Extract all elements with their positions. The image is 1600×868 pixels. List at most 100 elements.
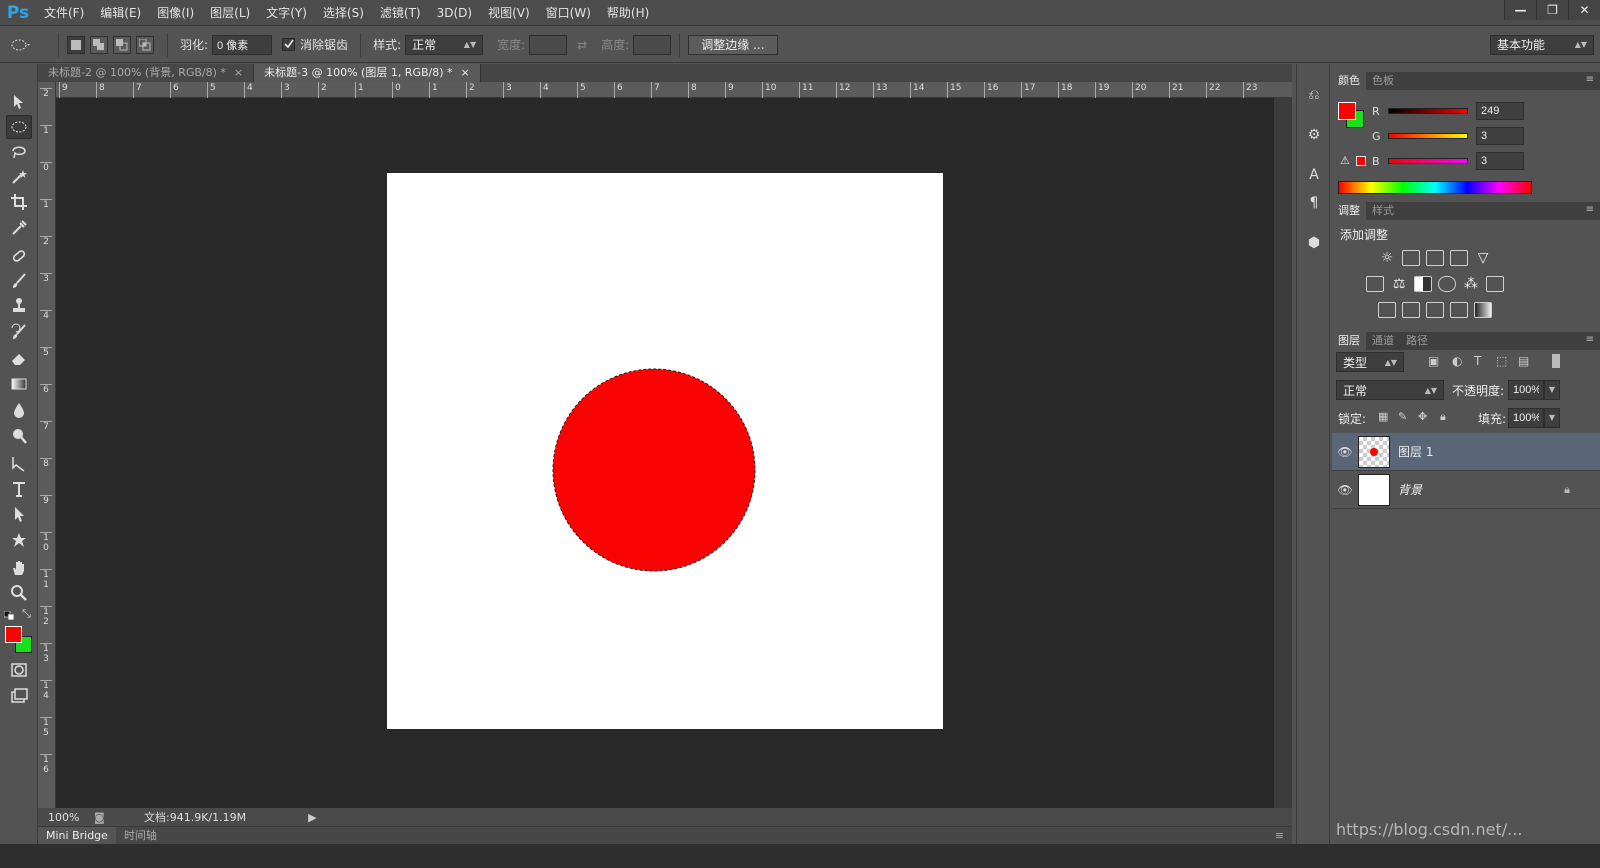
3d-panel-icon[interactable]: ⬢ [1303,232,1325,254]
shape-filter-icon[interactable]: ⬚ [1496,354,1507,368]
properties-panel-icon[interactable]: ⚙ [1303,124,1325,146]
history-panel-icon[interactable]: ⎌ [1303,84,1325,106]
type-filter-icon[interactable]: T [1474,354,1481,368]
zoom-tool-icon[interactable] [6,581,32,605]
width-input[interactable] [529,34,568,55]
minimize-button[interactable]: — [1504,0,1536,20]
foreground-color-swatch[interactable] [5,626,22,643]
menu-view[interactable]: 视图(V) [480,0,538,26]
menu-select[interactable]: 选择(S) [315,0,372,26]
document-canvas[interactable] [387,173,943,729]
workspace-select[interactable]: 基本功能 ▲▼ [1490,34,1594,55]
menu-3d[interactable]: 3D(D) [429,0,480,26]
brightness-contrast-icon[interactable]: ☼ [1378,250,1396,266]
close-button[interactable]: ✕ [1568,0,1600,20]
menu-image[interactable]: 图像(I) [149,0,202,26]
fill-dropdown-icon[interactable]: ▼ [1544,408,1560,428]
style-select[interactable]: 正常 ▲▼ [405,34,484,55]
swap-dimensions-icon[interactable]: ⇄ [577,38,587,52]
panel-menu-icon[interactable]: ≡ [1586,204,1594,215]
vertical-scrollbar[interactable] [1274,98,1292,808]
gamut-warning-icon[interactable]: ⚠ [1340,154,1350,167]
layer-name[interactable]: 图层 1 [1398,443,1433,460]
refine-edge-button[interactable]: 调整边缘 ... [688,34,778,55]
visibility-eye-icon[interactable]: 👁︎ [1332,483,1358,497]
exposure-icon[interactable] [1450,250,1468,266]
tab-channels[interactable]: 通道 [1366,332,1400,350]
pixel-filter-icon[interactable]: ▣ [1428,354,1439,368]
g-slider[interactable] [1388,133,1468,139]
restore-button[interactable]: ❐ [1536,0,1568,20]
history-brush-tool-icon[interactable] [6,320,32,344]
blur-tool-icon[interactable] [6,398,32,422]
menu-type[interactable]: 文字(Y) [258,0,315,26]
opacity-input[interactable] [1508,380,1544,400]
filter-toggle[interactable] [1552,354,1560,368]
menu-file[interactable]: 文件(F) [36,0,92,26]
layer-row-layer-1[interactable]: 👁︎ 图层 1 [1332,433,1600,471]
hue-saturation-icon[interactable] [1366,276,1384,292]
path-selection-tool-icon[interactable] [6,502,32,526]
panel-menu-icon[interactable]: ≡ [1586,334,1594,345]
layer-filter-select[interactable]: 类型 ▲▼ [1336,352,1404,372]
tab-swatches[interactable]: 色板 [1366,72,1400,90]
tab-timeline[interactable]: 时间轴 [116,827,165,845]
lock-all-icon[interactable]: 🔒︎ [1440,410,1446,424]
move-tool-icon[interactable] [6,90,32,114]
paragraph-panel-icon[interactable]: ¶ [1303,192,1325,214]
color-balance-icon[interactable]: ⚖ [1390,276,1408,292]
status-info-icon[interactable]: ◙ [94,811,114,824]
new-selection-icon[interactable] [67,35,85,54]
lock-transparent-icon[interactable]: ▦ [1378,410,1388,423]
blend-mode-select[interactable]: 正常 ▲▼ [1336,380,1444,400]
tab-close-icon[interactable]: × [234,66,243,79]
posterize-icon[interactable] [1402,302,1420,318]
color-lookup-icon[interactable] [1486,276,1504,292]
tab-adjustments[interactable]: 调整 [1332,202,1366,220]
invert-icon[interactable] [1378,302,1396,318]
eyedropper-tool-icon[interactable] [6,216,32,240]
tab-paths[interactable]: 路径 [1400,332,1434,350]
red-circle-selection[interactable] [552,368,756,572]
dodge-tool-icon[interactable] [6,424,32,448]
quick-mask-icon[interactable] [6,658,32,682]
fill-input[interactable] [1508,408,1544,428]
gradient-tool-icon[interactable] [6,372,32,396]
layer-row-background[interactable]: 👁︎ 背景 🔒︎ [1332,471,1600,509]
b-input[interactable] [1476,152,1524,170]
tab-styles[interactable]: 样式 [1366,202,1400,220]
channel-mixer-icon[interactable]: ⁂ [1462,276,1480,292]
height-input[interactable] [633,34,672,55]
elliptical-marquee-tool-icon[interactable] [6,115,32,139]
zoom-level[interactable]: 100% [38,811,88,824]
add-to-selection-icon[interactable] [90,35,108,54]
threshold-icon[interactable] [1426,302,1444,318]
custom-shape-tool-icon[interactable] [6,528,32,552]
menu-filter[interactable]: 滤镜(T) [372,0,429,26]
gradient-map-icon[interactable] [1474,302,1492,318]
tab-document-2[interactable]: 未标题-2 @ 100% (背景, RGB/8) * × [38,64,255,82]
swap-colors-icon[interactable]: ⤡ [22,607,31,621]
opacity-dropdown-icon[interactable]: ▼ [1544,380,1560,400]
antialias-checkbox[interactable] [282,37,296,52]
black-white-icon[interactable] [1414,276,1432,292]
tab-mini-bridge[interactable]: Mini Bridge [38,826,116,845]
visibility-eye-icon[interactable]: 👁︎ [1332,445,1358,459]
hand-tool-icon[interactable] [6,556,32,580]
pen-tool-icon[interactable] [6,452,32,476]
magic-wand-tool-icon[interactable] [6,165,32,189]
photo-filter-icon[interactable] [1438,276,1456,292]
tab-layers[interactable]: 图层 [1332,332,1366,350]
elliptical-marquee-preset-icon[interactable] [10,37,50,53]
canvas-area[interactable] [56,98,1274,808]
curves-icon[interactable] [1426,250,1444,266]
feather-input[interactable] [212,34,273,55]
menu-layer[interactable]: 图层(L) [202,0,258,26]
brush-tool-icon[interactable] [6,269,32,293]
healing-brush-tool-icon[interactable] [6,244,32,268]
status-menu-arrow-icon[interactable]: ▶ [308,811,316,824]
intersect-selection-icon[interactable] [136,35,154,54]
vibrance-icon[interactable]: ▽ [1474,250,1492,266]
subtract-from-selection-icon[interactable] [113,35,131,54]
adjustment-filter-icon[interactable]: ◐ [1452,354,1462,368]
